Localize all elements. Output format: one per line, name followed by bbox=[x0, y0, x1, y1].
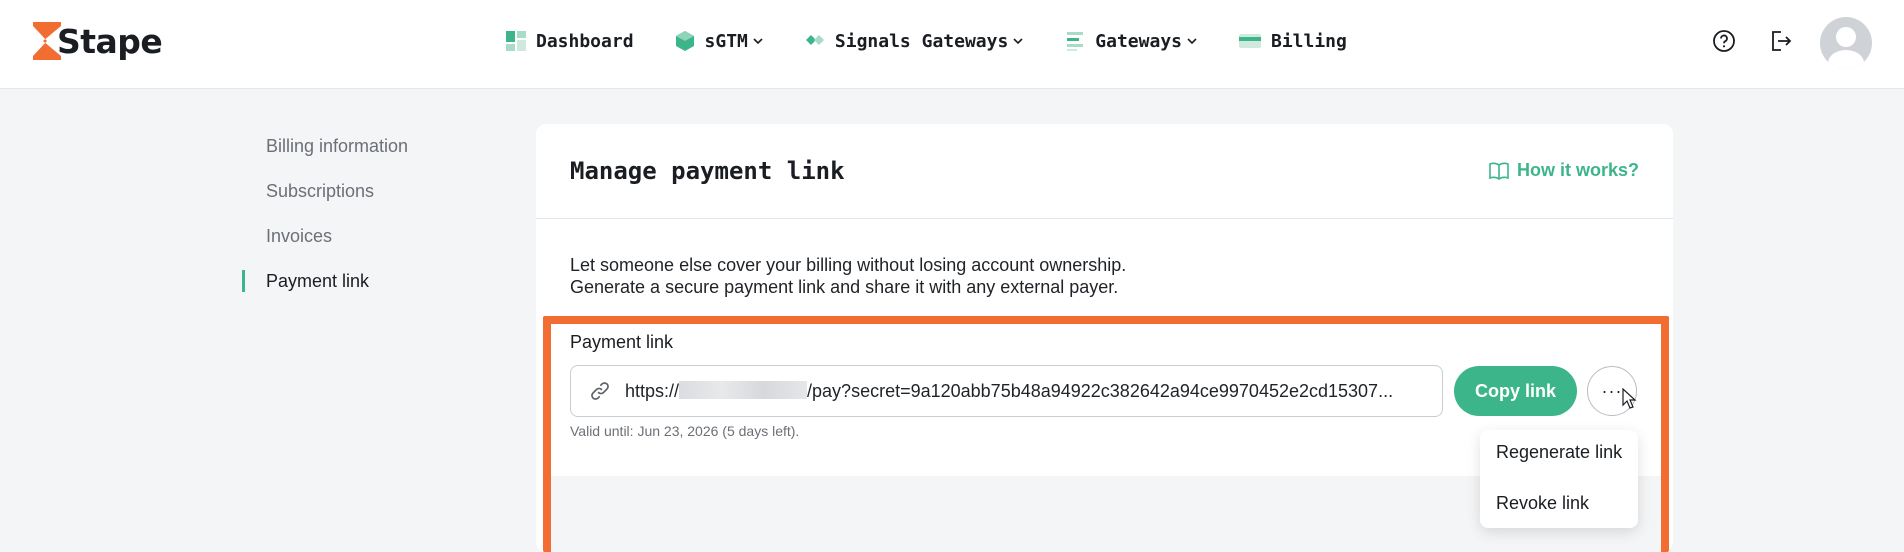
logo-text: Stape bbox=[57, 21, 163, 61]
sidebar-item-payment-link[interactable]: Payment link bbox=[266, 271, 486, 292]
payment-link-field[interactable]: https:// /pay?secret=9a120abb75b48a94922c… bbox=[570, 365, 1443, 417]
redacted-domain bbox=[679, 380, 808, 399]
nav-gateways[interactable]: Gateways bbox=[1064, 30, 1198, 52]
diamonds-icon bbox=[804, 30, 826, 52]
user-avatar-icon bbox=[1828, 27, 1864, 69]
stape-logo[interactable]: Stape bbox=[33, 20, 163, 62]
sidebar-item-invoices[interactable]: Invoices bbox=[266, 226, 486, 247]
card-icon bbox=[1238, 30, 1262, 52]
url-suffix: /pay?secret=9a120abb75b48a94922c382642a9… bbox=[807, 380, 1394, 401]
chevron-down-icon bbox=[1187, 38, 1197, 45]
sidebar-item-billing-information[interactable]: Billing information bbox=[266, 136, 486, 157]
description-line-2: Generate a secure payment link and share… bbox=[570, 277, 1119, 297]
nav-billing-label: Billing bbox=[1271, 30, 1347, 52]
copy-link-button[interactable]: Copy link bbox=[1454, 366, 1577, 416]
avatar[interactable] bbox=[1820, 17, 1872, 69]
url-prefix: https:// bbox=[625, 380, 680, 401]
cube-icon bbox=[674, 30, 696, 52]
main-nav: Dashboard sGTM Signals Gateways Gateways bbox=[505, 24, 1387, 58]
book-icon bbox=[1489, 162, 1509, 180]
nav-sgtm-label: sGTM bbox=[704, 30, 748, 52]
dashboard-icon bbox=[505, 30, 527, 52]
help-icon bbox=[1713, 30, 1735, 52]
nav-signals-gateways-label: Signals Gateways bbox=[834, 30, 1009, 52]
stack-icon bbox=[1064, 30, 1086, 52]
help-button[interactable] bbox=[1711, 28, 1737, 54]
valid-until-text: Valid until: Jun 23, 2026 (5 days left). bbox=[570, 423, 800, 439]
sidebar-item-subscriptions[interactable]: Subscriptions bbox=[266, 181, 486, 202]
logout-button[interactable] bbox=[1767, 28, 1793, 54]
nav-signals-gateways[interactable]: Signals Gateways bbox=[804, 30, 1024, 52]
menu-item-regenerate-link[interactable]: Regenerate link bbox=[1496, 442, 1622, 463]
mouse-cursor-icon bbox=[1622, 388, 1637, 409]
how-it-works-label: How it works? bbox=[1516, 160, 1639, 180]
how-it-works-link[interactable]: How it works? bbox=[1489, 160, 1639, 181]
nav-sgtm[interactable]: sGTM bbox=[674, 30, 764, 52]
page-title: Manage payment link bbox=[570, 157, 845, 185]
link-icon bbox=[591, 382, 609, 400]
nav-dashboard-label: Dashboard bbox=[536, 30, 634, 52]
more-dots-icon: ··· bbox=[1601, 380, 1623, 401]
nav-billing[interactable]: Billing bbox=[1238, 30, 1347, 52]
chevron-down-icon bbox=[753, 38, 763, 45]
description-line-1: Let someone else cover your billing with… bbox=[570, 255, 1127, 275]
logout-icon bbox=[1772, 31, 1792, 51]
menu-item-revoke-link[interactable]: Revoke link bbox=[1496, 493, 1589, 514]
top-header: Stape Dashboard sGTM Signals Gateways Ga… bbox=[0, 0, 1904, 89]
card-header: Manage payment link How it works? bbox=[536, 124, 1673, 219]
sidebar-active-indicator bbox=[242, 270, 245, 292]
nav-gateways-label: Gateways bbox=[1095, 30, 1182, 52]
card-description: Let someone else cover your billing with… bbox=[570, 254, 1126, 298]
stape-logo-mark-icon bbox=[33, 22, 61, 60]
nav-dashboard[interactable]: Dashboard bbox=[505, 30, 634, 52]
chevron-down-icon bbox=[1013, 38, 1023, 45]
payment-link-url: https:// /pay?secret=9a120abb75b48a94922c… bbox=[625, 380, 1394, 402]
link-options-menu: Regenerate link Revoke link bbox=[1480, 430, 1638, 528]
payment-link-label: Payment link bbox=[570, 332, 674, 352]
